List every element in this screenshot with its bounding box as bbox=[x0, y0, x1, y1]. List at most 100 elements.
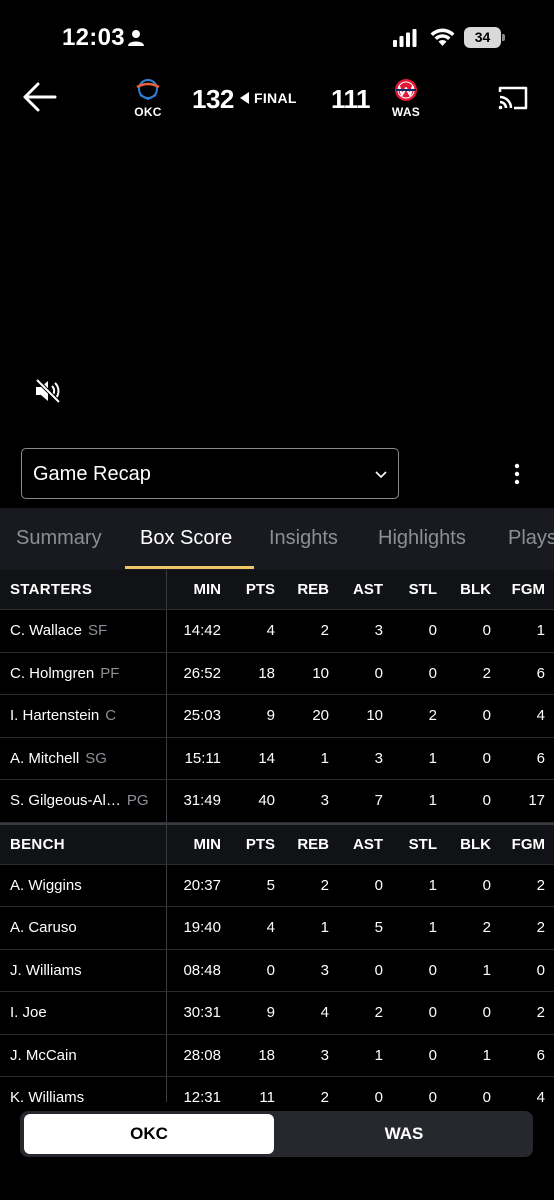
stat-cell: 1 bbox=[428, 792, 437, 810]
player-name-cell[interactable]: S. Gilgeous-Al… PG bbox=[0, 780, 167, 822]
column-header[interactable]: AST bbox=[333, 570, 383, 609]
more-options-icon[interactable] bbox=[511, 462, 523, 486]
column-header[interactable]: MIN bbox=[161, 825, 222, 864]
tab-bar: Summary Box Score Insights Highlights Pl… bbox=[0, 508, 554, 570]
tab-plays[interactable]: Plays bbox=[508, 527, 554, 550]
player-name-cell[interactable]: I. Joe bbox=[0, 992, 167, 1034]
stat-cell: 0 bbox=[536, 961, 545, 979]
cast-icon[interactable] bbox=[497, 85, 529, 111]
player-name-cell[interactable]: J. McCain bbox=[0, 1034, 167, 1076]
stat-cell: 0 bbox=[374, 664, 383, 682]
player-row[interactable]: S. Gilgeous-Al… PG 31:49 40 3 7 1 0 17 bbox=[0, 780, 554, 823]
video-select-dropdown[interactable]: Game Recap bbox=[21, 448, 399, 499]
home-team[interactable]: OKC bbox=[126, 78, 170, 119]
column-header[interactable]: PTS bbox=[225, 825, 275, 864]
wifi-icon bbox=[430, 28, 455, 46]
stat-cell: 20 bbox=[312, 707, 329, 725]
stat-cell: 9 bbox=[266, 707, 275, 725]
status-bar: 12:03 34 bbox=[0, 0, 554, 70]
stat-cell: 4 bbox=[266, 919, 275, 937]
column-header[interactable]: REB bbox=[279, 570, 329, 609]
column-header[interactable]: REB bbox=[279, 825, 329, 864]
stat-cell: 26:52 bbox=[183, 664, 221, 682]
player-row[interactable]: K. Williams 12:31 11 2 0 0 0 4 bbox=[0, 1077, 554, 1102]
player-row[interactable]: J. Williams 08:48 0 3 0 0 1 0 bbox=[0, 949, 554, 992]
column-header[interactable]: STL bbox=[387, 825, 437, 864]
player-row[interactable]: I. Joe 30:31 9 4 2 0 0 2 bbox=[0, 992, 554, 1035]
stat-cell: 2 bbox=[536, 876, 545, 894]
status-time: 12:03 bbox=[62, 24, 125, 51]
player-row[interactable]: A. Mitchell SG 15:11 14 1 3 1 0 6 bbox=[0, 737, 554, 780]
team-toggle-was[interactable]: WAS bbox=[279, 1114, 529, 1154]
stat-cell: 3 bbox=[320, 1046, 329, 1064]
stat-cell: 5 bbox=[374, 919, 383, 937]
away-team-abbr: WAS bbox=[391, 105, 421, 119]
player-name-cell[interactable]: A. Wiggins bbox=[0, 864, 167, 906]
tab-box-score[interactable]: Box Score bbox=[140, 527, 232, 550]
team-toggle: OKC WAS bbox=[20, 1111, 533, 1157]
stat-cell: 2 bbox=[482, 919, 491, 937]
player-name: C. Holmgren bbox=[10, 664, 95, 682]
stat-cell: 2 bbox=[374, 1004, 383, 1022]
chevron-down-icon bbox=[375, 471, 387, 479]
player-row[interactable]: I. Hartenstein C 25:03 9 20 10 2 0 4 bbox=[0, 695, 554, 738]
column-header[interactable]: STL bbox=[387, 570, 437, 609]
stat-cell: 18 bbox=[258, 664, 275, 682]
player-name-cell[interactable]: C. Wallace SF bbox=[0, 610, 167, 652]
stat-cell: 0 bbox=[482, 876, 491, 894]
stat-cell: 1 bbox=[320, 919, 329, 937]
column-header[interactable]: PTS bbox=[225, 570, 275, 609]
was-logo-icon bbox=[395, 79, 417, 101]
column-header[interactable]: MIN bbox=[161, 570, 222, 609]
stat-cell: 3 bbox=[374, 622, 383, 640]
column-header[interactable]: BLK bbox=[441, 570, 491, 609]
column-header[interactable]: AST bbox=[333, 825, 383, 864]
player-name-cell[interactable]: K. Williams bbox=[0, 1077, 167, 1102]
stat-cell: 0 bbox=[428, 664, 437, 682]
player-name-cell[interactable]: A. Mitchell SG bbox=[0, 737, 167, 779]
column-header[interactable]: FGM bbox=[495, 570, 545, 609]
game-status: FINAL bbox=[240, 90, 297, 106]
player-row[interactable]: C. Wallace SF 14:42 4 2 3 0 0 1 bbox=[0, 610, 554, 653]
starters-header-row: STARTERS MIN PTS REB AST STL BLK FGM bbox=[0, 570, 554, 610]
player-name-cell[interactable]: C. Holmgren PF bbox=[0, 652, 167, 694]
stat-cell: 9 bbox=[266, 1004, 275, 1022]
box-score-table[interactable]: STARTERS MIN PTS REB AST STL BLK FGM C. … bbox=[0, 570, 554, 1102]
game-status-text: FINAL bbox=[254, 90, 297, 106]
player-name-cell[interactable]: A. Caruso bbox=[0, 907, 167, 949]
stat-cell: 18 bbox=[258, 1046, 275, 1064]
stat-cell: 17 bbox=[528, 792, 545, 810]
stat-cell: 30:31 bbox=[183, 1004, 221, 1022]
tab-insights[interactable]: Insights bbox=[269, 527, 338, 550]
stat-cell: 28:08 bbox=[183, 1046, 221, 1064]
stat-cell: 3 bbox=[320, 792, 329, 810]
okc-logo-icon bbox=[136, 79, 160, 101]
mute-icon[interactable] bbox=[33, 376, 63, 406]
player-name-cell[interactable]: I. Hartenstein C bbox=[0, 695, 167, 737]
player-name-cell[interactable]: J. Williams bbox=[0, 949, 167, 991]
stat-cell: 6 bbox=[536, 1046, 545, 1064]
tab-summary[interactable]: Summary bbox=[16, 527, 102, 550]
stat-cell: 0 bbox=[428, 622, 437, 640]
stat-cell: 5 bbox=[266, 876, 275, 894]
player-row[interactable]: A. Caruso 19:40 4 1 5 1 2 2 bbox=[0, 907, 554, 950]
team-toggle-okc[interactable]: OKC bbox=[24, 1114, 274, 1154]
stat-cell: 7 bbox=[374, 792, 383, 810]
section-label: STARTERS bbox=[0, 570, 167, 609]
stat-cell: 1 bbox=[428, 919, 437, 937]
column-header[interactable]: BLK bbox=[441, 825, 491, 864]
player-position: C bbox=[105, 707, 117, 725]
column-header[interactable]: FGM bbox=[495, 825, 545, 864]
stat-cell: 1 bbox=[482, 1046, 491, 1064]
tab-highlights[interactable]: Highlights bbox=[378, 527, 466, 550]
stat-cell: 1 bbox=[428, 749, 437, 767]
stat-cell: 40 bbox=[258, 792, 275, 810]
away-team[interactable]: WAS bbox=[384, 78, 428, 119]
stat-cell: 4 bbox=[320, 1004, 329, 1022]
player-row[interactable]: C. Holmgren PF 26:52 18 10 0 0 2 6 bbox=[0, 652, 554, 695]
player-row[interactable]: A. Wiggins 20:37 5 2 0 1 0 2 bbox=[0, 864, 554, 907]
back-arrow-icon[interactable] bbox=[22, 80, 58, 114]
stat-cell: 2 bbox=[536, 1004, 545, 1022]
video-player[interactable] bbox=[0, 130, 554, 435]
player-row[interactable]: J. McCain 28:08 18 3 1 0 1 6 bbox=[0, 1034, 554, 1077]
